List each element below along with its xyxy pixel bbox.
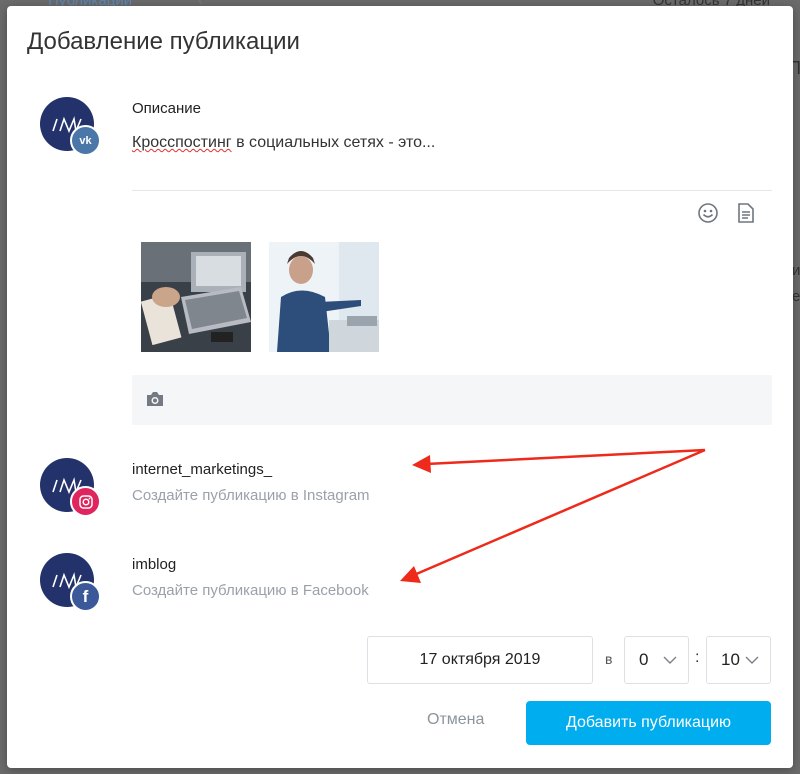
instagram-account-avatar — [40, 458, 101, 517]
facebook-account-avatar: f — [40, 553, 101, 612]
instagram-create-post-link[interactable]: Создайте публикацию в Instagram — [132, 487, 370, 504]
facebook-account-name: imblog — [132, 556, 177, 573]
date-picker[interactable]: 17 октября 2019 — [367, 636, 593, 684]
laptop-photo-image — [141, 242, 251, 352]
photo-thumbnail[interactable] — [141, 242, 251, 352]
minute-select[interactable]: 10 — [706, 636, 771, 684]
hour-value: 0 — [639, 650, 649, 669]
office-photo-image — [269, 242, 379, 352]
minute-value: 10 — [721, 650, 740, 669]
chevron-down-icon — [663, 656, 677, 664]
facebook-create-post-link[interactable]: Создайте публикацию в Facebook — [132, 582, 369, 599]
chevron-down-icon — [745, 656, 759, 664]
description-input[interactable]: Кросспостинг в социальных сетях - это... — [132, 134, 435, 152]
photo-thumbnail[interactable] — [269, 242, 379, 352]
description-text: в социальных сетях - это... — [231, 134, 436, 151]
instagram-icon — [70, 486, 101, 517]
instagram-account-name: internet_marketings_ — [132, 461, 273, 478]
cancel-button[interactable]: Отмена — [427, 711, 484, 729]
background-text-fragment: и е — [792, 262, 800, 305]
time-at-label: в — [605, 651, 613, 667]
vk-icon: vk — [70, 125, 101, 156]
description-label: Описание — [132, 100, 202, 117]
time-separator: : — [695, 649, 700, 666]
facebook-icon: f — [70, 581, 101, 612]
description-divider — [132, 190, 772, 191]
modal-title: Добавление публикации — [27, 28, 300, 55]
hour-select[interactable]: 0 — [624, 636, 689, 684]
camera-icon[interactable] — [146, 391, 164, 407]
document-icon[interactable] — [737, 202, 755, 224]
description-text-underlined: Кросспостинг — [132, 134, 232, 151]
add-publication-button[interactable]: Добавить публикацию — [526, 701, 771, 745]
smile-icon[interactable] — [697, 202, 719, 224]
vk-account-avatar: vk — [40, 97, 101, 156]
add-publication-modal: Добавление публикации vk Описание Кроссп… — [7, 6, 793, 768]
photo-upload-bar — [132, 375, 772, 425]
